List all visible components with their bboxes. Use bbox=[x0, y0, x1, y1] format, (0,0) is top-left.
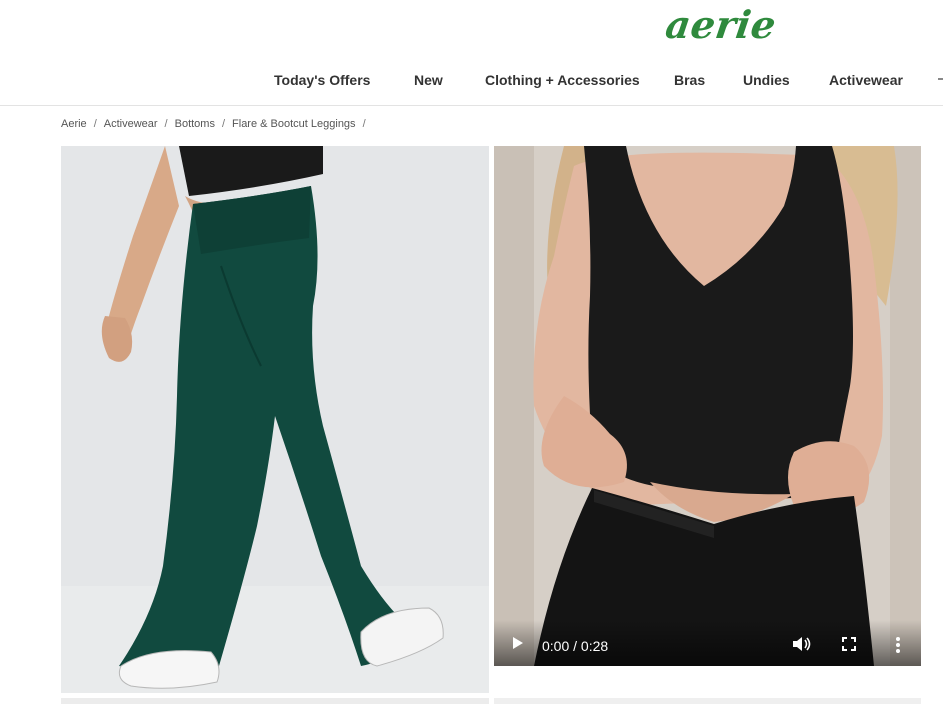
breadcrumb-separator: / bbox=[164, 118, 168, 130]
breadcrumb-activewear[interactable]: Activewear bbox=[104, 118, 158, 130]
volume-icon[interactable] bbox=[792, 636, 812, 652]
nav-item-todays-offers[interactable]: Today's Offers bbox=[274, 72, 370, 88]
nav-overflow-indicator bbox=[938, 78, 943, 80]
fullscreen-icon[interactable] bbox=[842, 637, 856, 651]
play-icon[interactable] bbox=[513, 637, 523, 649]
breadcrumb-separator: / bbox=[362, 118, 366, 130]
breadcrumb: Aerie / Activewear / Bottoms / Flare & Bootcut… bbox=[61, 118, 373, 130]
next-image-peek-right bbox=[494, 698, 921, 704]
breadcrumb-separator: / bbox=[221, 118, 226, 130]
site-header: aerie Today's Offers New Clothing + Acce… bbox=[0, 0, 943, 106]
video-progress-track[interactable] bbox=[510, 670, 906, 674]
breadcrumb-aerie[interactable]: Aerie bbox=[61, 118, 87, 130]
leggings-illustration bbox=[61, 146, 489, 693]
breadcrumb-flare-bootcut-leggings[interactable]: Flare & Bootcut Leggings bbox=[232, 118, 356, 130]
nav-item-clothing-accessories[interactable]: Clothing + Accessories bbox=[485, 72, 640, 88]
main-nav: Today's Offers New Clothing + Accessorie… bbox=[0, 72, 943, 92]
nav-item-activewear[interactable]: Activewear bbox=[829, 72, 903, 88]
product-video[interactable] bbox=[494, 146, 921, 666]
nav-item-undies[interactable]: Undies bbox=[743, 72, 790, 88]
next-image-peek-left bbox=[61, 698, 489, 704]
more-options-icon[interactable] bbox=[894, 636, 902, 654]
video-frame-illustration bbox=[494, 146, 921, 666]
nav-item-bras[interactable]: Bras bbox=[674, 72, 705, 88]
nav-item-new[interactable]: New bbox=[414, 72, 443, 88]
video-buffered-bar bbox=[510, 670, 847, 674]
video-time-display: 0:00 / 0:28 bbox=[542, 638, 609, 654]
aerie-logo[interactable]: aerie bbox=[663, 2, 779, 47]
product-image-leggings[interactable] bbox=[61, 146, 489, 693]
breadcrumb-bottoms[interactable]: Bottoms bbox=[175, 118, 215, 130]
video-controls-bar: 0:00 / 0:28 bbox=[494, 620, 921, 666]
breadcrumb-separator: / bbox=[93, 118, 97, 130]
